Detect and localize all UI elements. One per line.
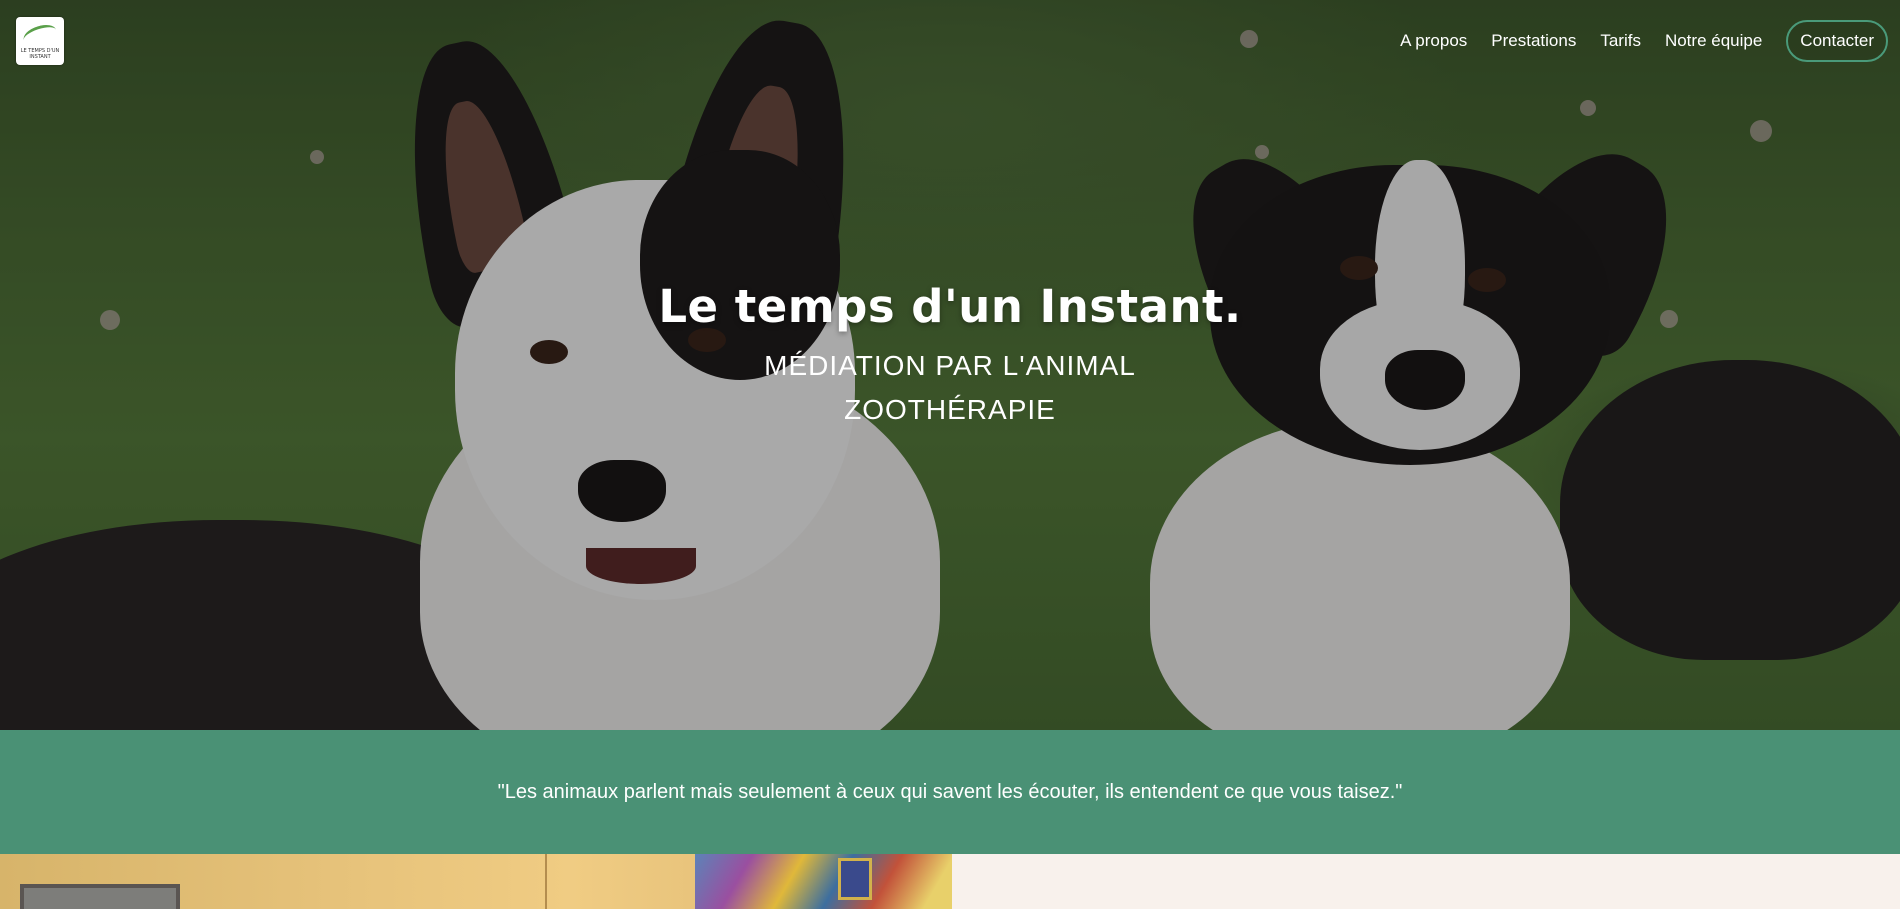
hero-section: Le temps d'un Instant. MÉDIATION PAR L'A… [0,0,1900,730]
quote-text: "Les animaux parlent mais seulement à ce… [497,780,1403,803]
logo-caption: LE TEMPS D'UN INSTANT [20,48,60,60]
nav-link-prestations[interactable]: Prestations [1491,31,1576,51]
about-panel [952,854,1900,909]
nav-link-tarifs[interactable]: Tarifs [1600,31,1641,51]
quote-section: "Les animaux parlent mais seulement à ce… [0,730,1900,854]
room-photo-screen [20,884,180,909]
nav-link-notre-equipe[interactable]: Notre équipe [1665,31,1762,51]
brand-logo-icon[interactable]: LE TEMPS D'UN INSTANT [16,17,64,65]
logo-swoosh-icon [21,21,59,49]
room-photo-painting [695,854,952,909]
room-photo-wall-edge [545,854,547,909]
contact-button[interactable]: Contacter [1786,20,1888,62]
hero-title: Le temps d'un Instant. [658,280,1242,333]
main-navigation: A propos Prestations Tarifs Notre équipe… [1376,20,1888,62]
room-photo-frame [838,858,872,900]
hero-subtitle-zootherapie: ZOOTHÉRAPIE [844,394,1056,425]
room-photo [0,854,952,909]
hero-subtitle-mediation: MÉDIATION PAR L'ANIMAL [764,350,1136,381]
nav-link-a-propos[interactable]: A propos [1400,31,1467,51]
